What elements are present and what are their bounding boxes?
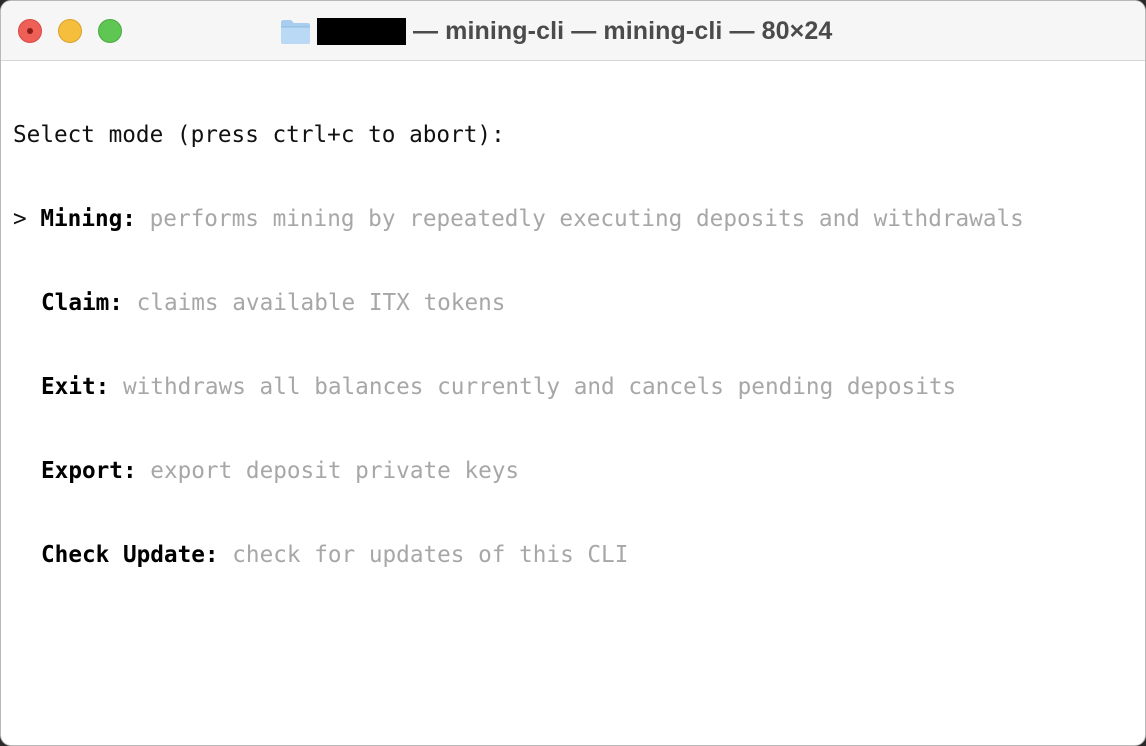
option-label: Exit:	[41, 374, 110, 400]
selection-cursor: >	[13, 206, 27, 232]
menu-option-export[interactable]: Export: export deposit private keys	[13, 457, 1133, 485]
menu-option-mining[interactable]: > Mining: performs mining by repeatedly …	[13, 205, 1133, 233]
terminal-window: — mining-cli — mining-cli — 80×24 Select…	[0, 0, 1146, 746]
title-bar[interactable]: — mining-cli — mining-cli — 80×24	[1, 1, 1145, 61]
redacted-folder-name	[317, 17, 406, 45]
window-title-area: — mining-cli — mining-cli — 80×24	[280, 15, 832, 47]
option-label: Check Update:	[41, 542, 219, 568]
folder-icon	[281, 19, 310, 44]
option-description: claims available ITX tokens	[136, 290, 506, 316]
prompt-line: Select mode (press ctrl+c to abort):	[13, 121, 1133, 149]
close-icon	[27, 28, 33, 34]
option-description: withdraws all balances currently and can…	[122, 374, 957, 400]
menu-option-check-update[interactable]: Check Update: check for updates of this …	[13, 541, 1133, 569]
option-description: performs mining by repeatedly executing …	[149, 206, 1024, 232]
prompt-text: Select mode (press ctrl+c to abort):	[13, 122, 505, 148]
option-label: Claim:	[41, 290, 123, 316]
option-description: export deposit private keys	[150, 458, 520, 484]
zoom-button[interactable]	[98, 19, 122, 43]
terminal-output[interactable]: Select mode (press ctrl+c to abort): > M…	[13, 65, 1133, 625]
close-button[interactable]	[18, 19, 42, 43]
option-label: Mining:	[40, 206, 136, 232]
menu-option-exit[interactable]: Exit: withdraws all balances currently a…	[13, 373, 1133, 401]
menu-option-claim[interactable]: Claim: claims available ITX tokens	[13, 289, 1133, 317]
window-title: — mining-cli — mining-cli — 80×24	[413, 16, 833, 45]
minimize-button[interactable]	[58, 19, 82, 43]
option-label: Export:	[41, 458, 137, 484]
option-description: check for updates of this CLI	[232, 542, 629, 568]
